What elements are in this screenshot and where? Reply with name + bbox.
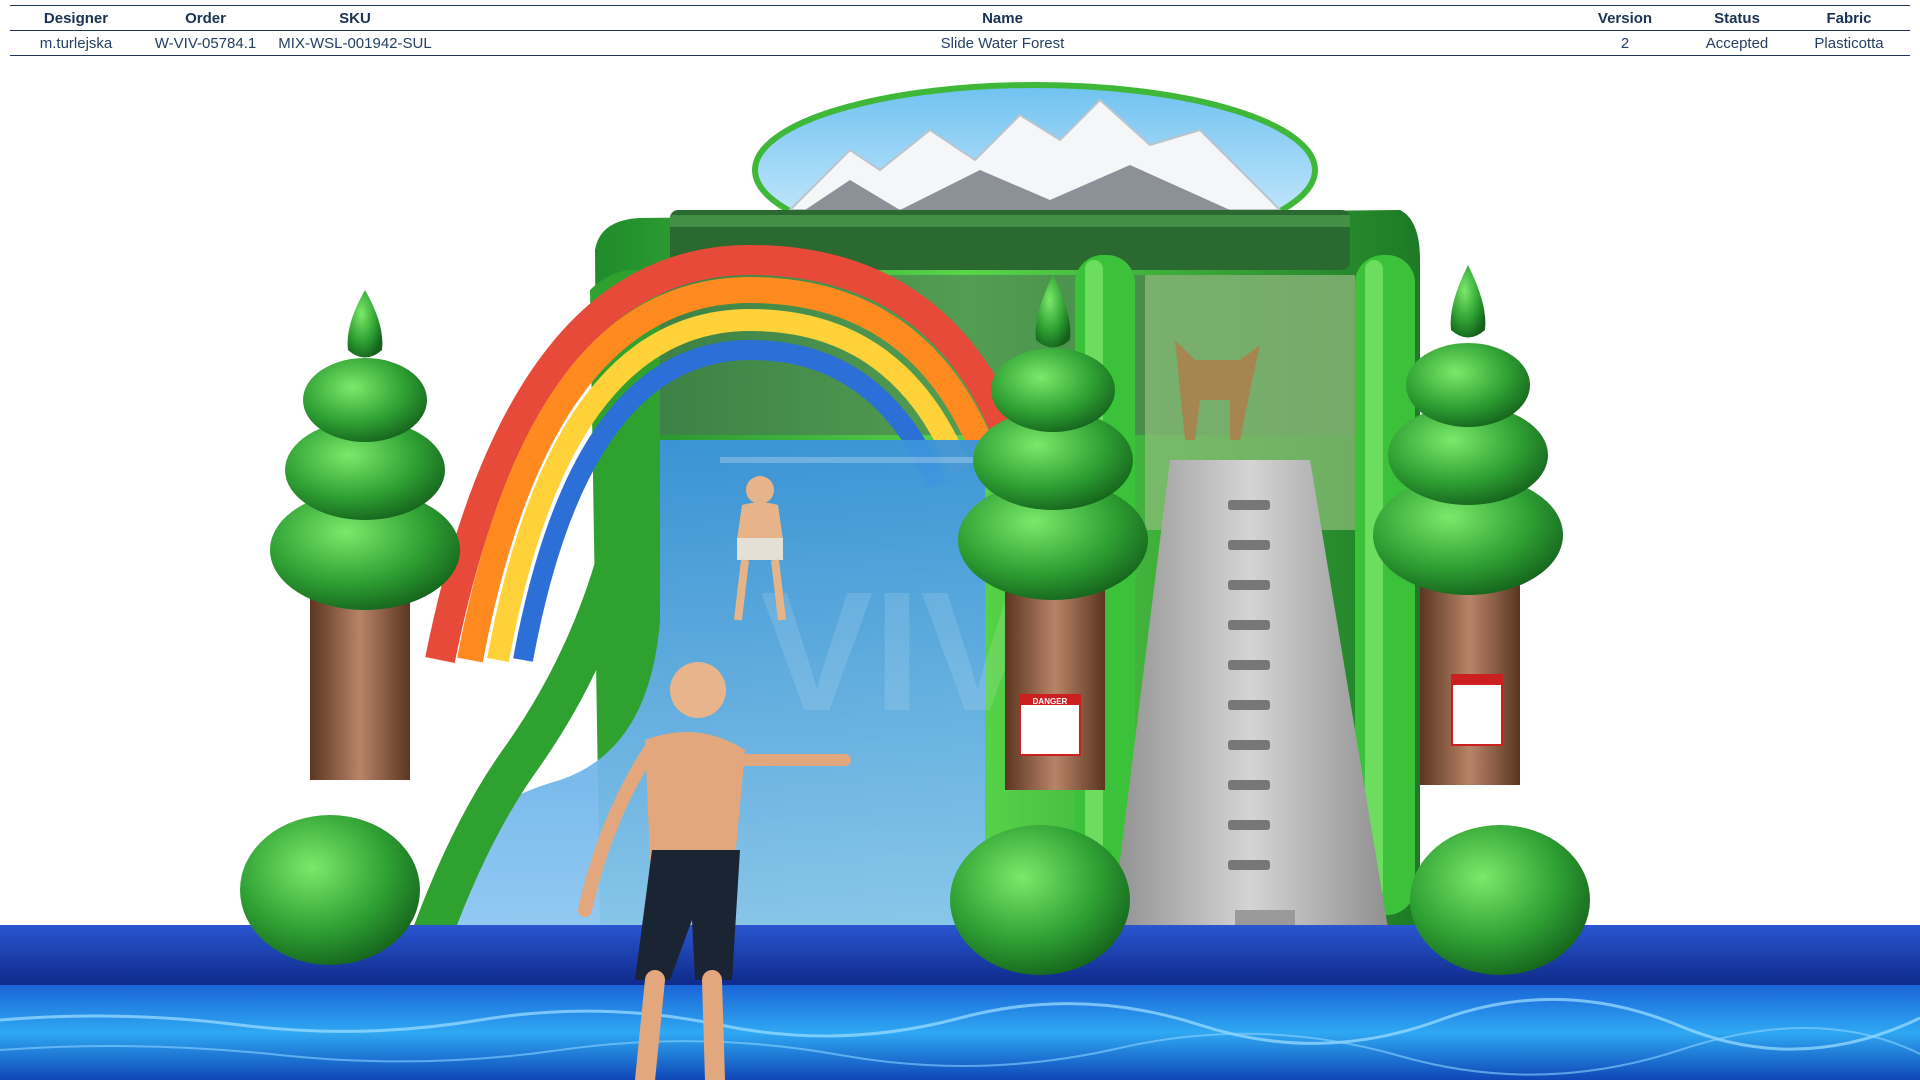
header-name: Name xyxy=(441,5,1564,31)
warning-sign-text: DANGER xyxy=(1033,697,1068,706)
order-value: W-VIV-05784.1 xyxy=(154,34,257,52)
tree-left xyxy=(240,290,460,965)
header-fabric: Fabric xyxy=(1788,5,1910,31)
warning-sign-right xyxy=(1451,674,1503,746)
header-order: Order xyxy=(142,5,269,31)
version-value: 2 xyxy=(1620,34,1630,52)
status-value: Accepted xyxy=(1705,34,1769,52)
name-value: Slide Water Forest xyxy=(940,34,1065,52)
product-info-table: Designer Order SKU Name Version Status F… xyxy=(10,5,1910,56)
product-render: VIV DANGER xyxy=(0,60,1920,1080)
info-table-header-row: Designer Order SKU Name Version Status F… xyxy=(10,5,1910,31)
fabric-value: Plasticotta xyxy=(1814,34,1884,52)
inflatable-slide-illustration: VIV DANGER xyxy=(0,82,1920,1080)
sku-value: MIX-WSL-001942-SUL xyxy=(278,34,432,52)
info-table-row: m.turlejska W-VIV-05784.1 MIX-WSL-001942… xyxy=(10,31,1910,56)
header-sku: SKU xyxy=(269,5,441,31)
designer-value: m.turlejska xyxy=(39,34,113,52)
header-version: Version xyxy=(1564,5,1686,31)
header-designer: Designer xyxy=(10,5,142,31)
header-status: Status xyxy=(1686,5,1788,31)
